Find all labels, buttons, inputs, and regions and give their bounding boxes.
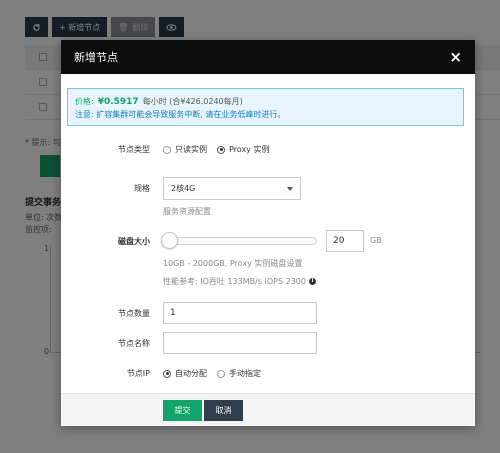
modal-header: 新增节点 × <box>61 40 475 74</box>
spec-select-value: 2核4G <box>171 184 196 193</box>
node-type-radio-group: 只读实例 Proxy 实例 <box>163 144 269 155</box>
node-count-label: 节点数量 <box>118 309 150 318</box>
auto-assign-radio[interactable] <box>163 369 171 378</box>
proxy-radio[interactable] <box>217 145 225 154</box>
disk-size-input[interactable]: 20 <box>326 230 364 252</box>
close-icon[interactable]: × <box>449 49 462 65</box>
notice-text: 注意: 扩容集群可能会导致服务中断, 请在业务低峰时进行。 <box>75 110 286 119</box>
price-value: ¥0.5917 <box>97 96 139 107</box>
node-name-label: 节点名称 <box>118 339 150 348</box>
readonly-radio-label: 只读实例 <box>175 145 207 154</box>
info-icon[interactable]: i <box>308 278 316 285</box>
spec-label: 规格 <box>134 184 150 193</box>
node-type-label: 节点类型 <box>118 145 150 154</box>
auto-assign-radio-label: 自动分配 <box>175 369 207 378</box>
price-unit: 每小时 (合¥426.0240每月) <box>142 97 243 106</box>
cancel-button[interactable]: 取消 <box>204 400 243 421</box>
chevron-down-icon <box>287 186 293 191</box>
manual-assign-radio[interactable] <box>217 369 225 378</box>
disk-performance-text: 性能参考: IO吞吐 133MB/s IOPS 2300 <box>163 277 306 286</box>
node-count-input[interactable]: 1 <box>163 302 317 324</box>
disk-size-slider-handle[interactable] <box>161 232 178 249</box>
price-label: 价格: <box>75 97 94 106</box>
add-node-modal: 新增节点 × 价格: ¥0.5917 每小时 (合¥426.0240每月) 注意… <box>61 40 475 426</box>
modal-title: 新增节点 <box>74 51 118 64</box>
node-ip-radio-group: 自动分配 手动指定 <box>163 368 261 379</box>
node-name-input[interactable] <box>163 332 317 354</box>
disk-size-label: 磁盘大小 <box>118 237 150 246</box>
spec-hint: 服务资源配置 <box>163 207 211 216</box>
submit-button[interactable]: 提交 <box>163 400 202 421</box>
disk-performance-hint: 性能参考: IO吞吐 133MB/s IOPS 2300 i <box>163 276 316 287</box>
disk-size-slider-track[interactable] <box>163 237 317 245</box>
disk-range-hint: 10GB - 2000GB, Proxy 实例磁盘设置 <box>163 259 303 268</box>
modal-footer <box>61 393 475 426</box>
spec-select[interactable]: 2核4G <box>163 177 301 200</box>
disk-size-unit: GB <box>370 236 382 245</box>
node-ip-label: 节点IP <box>126 369 150 378</box>
manual-assign-radio-label: 手动指定 <box>229 369 261 378</box>
proxy-radio-label: Proxy 实例 <box>229 145 270 154</box>
readonly-radio[interactable] <box>163 145 171 154</box>
price-alert: 价格: ¥0.5917 每小时 (合¥426.0240每月) 注意: 扩容集群可… <box>67 88 464 126</box>
